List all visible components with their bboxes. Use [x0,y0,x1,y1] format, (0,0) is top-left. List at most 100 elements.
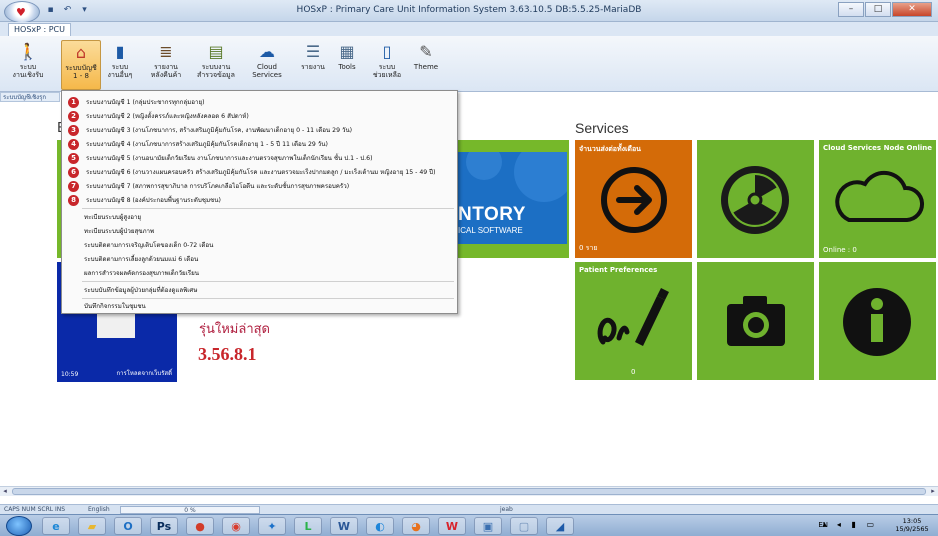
ribbon-button-survey[interactable]: ▤ ระบบงาน สำรวจข้อมูล [196,40,236,90]
radiation-tile[interactable] [697,140,814,258]
ribbon-button-help[interactable]: ▯ ระบบ ช่วยเหลือ [367,40,407,90]
menu-item-account-6[interactable]: 6 ระบบงานบัญชี 6 (งานวางแผนครอบครัว สร้า… [64,166,455,178]
ie-icon[interactable]: e [42,517,70,535]
chrome-icon[interactable]: ◉ [222,517,250,535]
menu-item-label: ทะเบียนระบบผู้สูงอายุ [84,214,142,221]
cloud-services-tile[interactable]: Cloud Services Node Online Online : 0 [819,140,936,258]
ribbon-button-active-work[interactable]: 🚶 ระบบ งานเชิงรับ [8,40,48,90]
menu-item-label: ระบบงานบัญชี 7 (สภาพการสุขาภิบาล การบริโ… [86,183,350,190]
ribbon-button-label: Tools [338,63,356,71]
inventory-tile[interactable]: NTORY ICAL SOFTWARE [452,140,569,258]
radiation-icon [721,166,789,234]
network-icon[interactable]: ✦ [258,517,286,535]
horizontal-scrollbar[interactable]: ◂ ▸ [0,486,938,496]
menu-item-child-growth[interactable]: ระบบติดตามการเจริญเติบโตของเด็ก 0-72 เดื… [64,239,455,251]
ribbon-button-tools[interactable]: ▦ Tools [327,40,367,90]
ribbon-button-label: Theme [413,63,439,71]
ribbon-button-label: ระบบงาน สำรวจข้อมูล [197,63,235,79]
ribbon: 🚶 ระบบ งานเชิงรับ ⌂ ระบบบัญชี 1 - 8 ▮ ระ… [0,36,938,92]
tile-time: 10:59 [61,371,79,378]
line-icon[interactable]: L [294,517,322,535]
ribbon-button-label: ระบบ ช่วยเหลือ [372,63,402,79]
app-icon[interactable]: ● [186,517,214,535]
menu-item-school-screening[interactable]: ผลการสำรวจผลคัดกรองสุขภาพเด็กวัยเรียน [64,267,455,279]
window-icon[interactable]: ▢ [510,517,538,535]
latest-version-label: รุ่นใหม่ล่าสุด [199,321,270,336]
minimize-button[interactable]: – [838,2,864,17]
outlook-icon[interactable]: O [114,517,142,535]
inventory-banner: NTORY ICAL SOFTWARE [454,152,567,244]
camera-tile[interactable] [697,262,814,380]
number-badge-icon: 8 [68,195,79,206]
start-button[interactable] [6,516,32,536]
hosxp-icon[interactable]: ◢ [546,517,574,535]
arrow-circle-icon [601,167,667,233]
help-book-icon: ▯ [382,41,392,61]
menu-item-special-care[interactable]: ระบบบันทึกข้อมูลผู้ป่วยกลุ่มที่ต้องดูแลพ… [64,284,455,296]
clock[interactable]: 13:05 15/9/2565 [890,517,934,533]
menu-item-label: ระบบงานบัญชี 5 (งานอนามัยเด็กวัยเรียน งา… [86,155,373,162]
tile-caption: การโหลดจากเว็บรัสดิ์ [116,370,172,377]
progress-bar: 0 % [120,506,260,514]
folder-icon[interactable]: ▰ [78,517,106,535]
close-button[interactable]: ✕ [892,2,932,17]
number-badge-icon: 2 [68,111,79,122]
ribbon-group-label: ระบบบัญชีเชิงรุก [0,92,60,102]
ribbon-tab-strip: HOSxP : PCU ⌃ [0,22,938,53]
accounts-dropdown-menu: 1 ระบบงานบัญชี 1 (กลุ่มประชากรทุกกลุ่มอา… [61,90,458,314]
patient-preferences-tile[interactable]: Patient Preferences 0 [575,262,692,380]
progress-percent: 0 % [184,507,196,514]
number-badge-icon: 5 [68,153,79,164]
menu-item-account-3[interactable]: 3 ระบบงานบัญชี 3 (งานโภชนาการ, สร้างเสริ… [64,124,455,136]
title-bar: ♥ ▪ ↶ ▾ HOSxP : Primary Care Unit Inform… [0,0,938,23]
camera-icon [727,296,785,346]
number-badge-icon: 4 [68,139,79,150]
menu-item-label: ทะเบียนระบบผู้ป่วยสุขภาพ [84,228,155,235]
menu-item-elderly-register[interactable]: ทะเบียนระบบผู้สูงอายุ [64,211,455,223]
refer-tile[interactable]: จำนวนส่งต่อทั้งเดือน 0 ราย [575,140,692,258]
ribbon-button-label: ระบบ งานอื่นๆ [107,63,133,79]
info-tile[interactable] [819,262,936,380]
menu-item-account-5[interactable]: 5 ระบบงานบัญชี 5 (งานอนามัยเด็กวัยเรียน … [64,152,455,164]
signature-pen-icon [597,288,669,346]
menu-item-breastfeeding[interactable]: ระบบติดตามการเลี้ยงลูกด้วยนมแม่ 6 เดือน [64,253,455,265]
menu-item-label: ระบบงานบัญชี 4 (งานโภชนาการสร้างเสริมภูม… [86,141,328,148]
ribbon-button-accounts-1-8[interactable]: ⌂ ระบบบัญชี 1 - 8 [61,40,101,90]
menu-item-account-2[interactable]: 2 ระบบงานบัญชี 2 (หญิงตั้งครรภ์และหญิงหล… [64,110,455,122]
menu-item-account-4[interactable]: 4 ระบบงานบัญชี 4 (งานโภชนาการสร้างเสริมภ… [64,138,455,150]
maximize-button[interactable]: □ [865,2,891,17]
tray-icons[interactable]: ▴ ◂ ▮ ▭ [822,520,878,529]
firefox-icon[interactable]: ◕ [402,517,430,535]
menu-item-label: ระบบงานบัญชี 3 (งานโภชนาการ, สร้างเสริมภ… [86,127,353,134]
menu-item-community-activity[interactable]: บันทึกกิจกรรมในชุมชน [64,300,455,312]
number-badge-icon: 7 [68,181,79,192]
tools-icon: ▦ [339,41,355,61]
menu-item-health-register[interactable]: ทะเบียนระบบผู้ป่วยสุขภาพ [64,225,455,237]
monitor-icon[interactable]: ▣ [474,517,502,535]
number-badge-icon: 6 [68,167,79,178]
ribbon-button-other-work[interactable]: ▮ ระบบ งานอื่นๆ [100,40,140,90]
tab-hosxp-pcu[interactable]: HOSxP : PCU [8,23,71,36]
scrollbar-thumb[interactable] [12,488,926,495]
ribbon-button-cloud-services[interactable]: ☁ Cloud Services [247,40,287,90]
latest-version-number: 3.56.8.1 [198,344,257,364]
clock-time: 13:05 [902,517,922,525]
scroll-right-icon[interactable]: ▸ [928,487,938,496]
info-icon [843,288,911,356]
photoshop-icon[interactable]: Ps [150,517,178,535]
input-language: English [88,506,110,513]
wps-icon[interactable]: W [438,517,466,535]
home-icon: ⌂ [75,42,87,62]
ribbon-button-theme[interactable]: ✎ Theme [406,40,446,90]
menu-item-account-1[interactable]: 1 ระบบงานบัญชี 1 (กลุ่มประชากรทุกกลุ่มอา… [64,96,455,108]
clock-date: 15/9/2565 [895,525,929,533]
chromium-icon[interactable]: ◐ [366,517,394,535]
number-badge-icon: 1 [68,97,79,108]
scroll-left-icon[interactable]: ◂ [0,487,10,496]
ribbon-button-reports-stock[interactable]: ≣ รายงาน หลังคืนค้า [146,40,186,90]
menu-item-label: ระบบติดตามการเลี้ยงลูกด้วยนมแม่ 6 เดือน [84,256,199,263]
inventory-title: NTORY [458,204,526,225]
word-icon[interactable]: W [330,517,358,535]
menu-item-account-8[interactable]: 8 ระบบงานบัญชี 8 (องค์ประกอบพื้นฐานระดับ… [64,194,455,206]
menu-item-account-7[interactable]: 7 ระบบงานบัญชี 7 (สภาพการสุขาภิบาล การบร… [64,180,455,192]
